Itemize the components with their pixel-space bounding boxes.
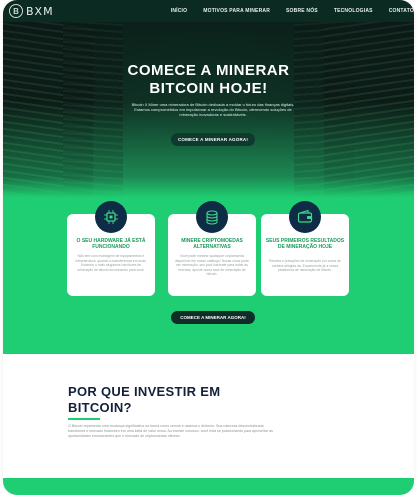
nav-item-inicio[interactable]: INÍCIO	[171, 8, 187, 14]
why-title: POR QUE INVESTIR EM BITCOIN?	[68, 384, 268, 416]
nav-item-tecnologias[interactable]: TECNOLOGIAS	[334, 8, 373, 14]
hero-description: Bitcoin X Miner uma mineradora de Bitcoi…	[131, 102, 295, 118]
hero-section: COMECE A MINERAR BITCOIN HOJE! Bitcoin X…	[3, 22, 414, 198]
site-header: B BXM INÍCIO MOTIVOS PARA MINERAR SOBRE …	[3, 0, 414, 22]
why-title-line2: BITCOIN?	[68, 400, 132, 415]
feature-card-hardware: O SEU HARDWARE JÁ ESTÁ FUNCIONANDO Não t…	[67, 201, 155, 296]
nav-item-contato[interactable]: CONTATO	[389, 8, 414, 14]
hero-title-line2: BITCOIN HOJE!	[149, 80, 268, 97]
logo[interactable]: B BXM	[9, 4, 54, 18]
accent-divider	[68, 418, 100, 420]
logo-text: BXM	[26, 4, 54, 18]
bottom-green-band	[3, 478, 414, 495]
why-text: O Bitcoin representa uma mudança signifi…	[68, 424, 273, 438]
feature-card-title: MINERE CRIPTOMOEDAS ALTERNATIVAS	[181, 238, 243, 251]
coins-icon	[196, 201, 228, 233]
features-section: O SEU HARDWARE JÁ ESTÁ FUNCIONANDO Não t…	[3, 198, 414, 354]
main-nav: INÍCIO MOTIVOS PARA MINERAR SOBRE NÓS TE…	[155, 0, 414, 22]
bitcoin-logo-icon: B	[9, 4, 23, 18]
feature-card-title: O SEU HARDWARE JÁ ESTÁ FUNCIONANDO	[76, 238, 146, 251]
feature-card-text: Você pode minerar quaisquer criptomoeda …	[175, 254, 249, 277]
features-cta-button[interactable]: COMECE A MINERAR AGORA!	[171, 311, 255, 324]
wallet-icon	[289, 201, 321, 233]
why-invest-section: POR QUE INVESTIR EM BITCOIN? O Bitcoin r…	[3, 354, 414, 478]
hero-title-line1: COMECE A MINERAR	[127, 62, 290, 79]
why-title-line1: POR QUE INVESTIR EM	[68, 384, 221, 399]
nav-item-motivos[interactable]: MOTIVOS PARA MINERAR	[203, 8, 270, 14]
feature-card-text: Receba e pretações de mineração por cont…	[269, 259, 341, 273]
feature-card-results: SEUS PRIMEIROS RESULTADOS DE MINERAÇÃO H…	[261, 201, 349, 296]
page-frame: B BXM INÍCIO MOTIVOS PARA MINERAR SOBRE …	[3, 0, 414, 495]
feature-card-title: SEUS PRIMEIROS RESULTADOS DE MINERAÇÃO H…	[265, 238, 345, 251]
feature-card-cryptos: MINERE CRIPTOMOEDAS ALTERNATIVAS Você po…	[168, 201, 256, 296]
chip-icon	[95, 201, 127, 233]
hero-cta-button[interactable]: COMECE A MINERAR AGORA!	[171, 133, 255, 146]
nav-item-sobre[interactable]: SOBRE NÓS	[286, 8, 318, 14]
feature-card-text: Não tem com montagem de equipamentos e i…	[75, 254, 147, 272]
